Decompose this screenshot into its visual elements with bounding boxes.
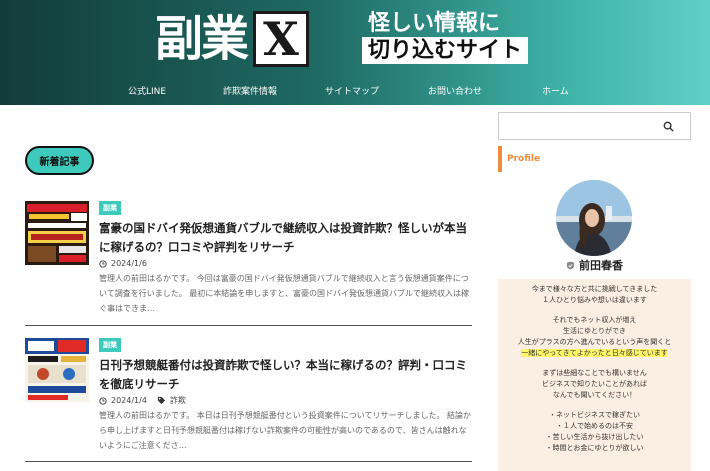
- post-excerpt: 管理人の前田はるかです。 本日は日刊予想競艇番付という投資案件についてリサーチし…: [99, 411, 472, 450]
- profile-heading: Profile: [498, 146, 691, 172]
- profile-line: ビジネスで知りたいことがあれば: [498, 379, 691, 390]
- profile-line-text: 生活にゆとりができ: [563, 327, 626, 335]
- logo-x-box: X: [253, 11, 310, 67]
- post-category-badge[interactable]: 副業: [99, 201, 121, 215]
- logo-x-letter: X: [263, 12, 299, 66]
- profile-line-text: なんでも聞いてください！: [552, 391, 637, 399]
- post-meta: 2024/1/6: [99, 259, 147, 268]
- post-card[interactable]: 副業 日刊予想競艇番付は投資詐欺で怪しい？本当に稼げるの？評判・口コミを徹底リサ…: [25, 338, 472, 463]
- post-thumbnail[interactable]: [25, 201, 89, 265]
- profile-spacer: [498, 401, 691, 410]
- profile-line-text: ・ネットビジネスで稼ぎたい: [549, 411, 640, 419]
- profile-line: １人ひとり悩みや想いは違います: [498, 295, 691, 306]
- tagline-line-2: 切り込むサイト: [362, 37, 529, 64]
- profile-line: まずは些細なことでも構いません: [498, 368, 691, 379]
- clock-icon: [99, 259, 107, 268]
- profile-line: なんでも聞いてください！: [498, 390, 691, 401]
- profile-line: ・時間とお金にゆとりが欲しい: [498, 443, 691, 454]
- profile-line-text: １人ひとり悩みや想いは違います: [542, 296, 647, 304]
- profile-description: 今まで様々な方と共に挑戦してきました １人ひとり悩みや想いは違います それでもネット…: [498, 279, 691, 471]
- post-divider: [25, 461, 472, 462]
- profile-line-text: ・１人で始めるのは不安: [556, 422, 633, 430]
- profile-line-text: 今まで様々な方と共に挑戦してきました: [531, 285, 658, 293]
- post-date: 2024/1/6: [111, 259, 147, 268]
- tagline-line-1: 怪しい情報に: [368, 11, 501, 36]
- profile-line: ・苦しい生活から抜け出したい: [498, 432, 691, 443]
- tagline-line-2-text: 切り込むサイト: [362, 37, 529, 64]
- search-icon[interactable]: [663, 121, 674, 132]
- post-title[interactable]: 日刊予想競艇番付は投資詐欺で怪しい？本当に稼げるの？評判・口コミを徹底リサーチ: [99, 356, 473, 394]
- clock-icon: [99, 396, 107, 405]
- nav-item-fraud-info[interactable]: 詐欺案件情報: [223, 84, 277, 97]
- profile-line: ・１人で始めるのは不安: [498, 421, 691, 432]
- post-thumbnail[interactable]: [25, 338, 89, 402]
- profile-name-text: 前田春香: [579, 259, 623, 272]
- profile-line-text: 人生がプラスの方へ進んでいるという声を聞くと: [517, 338, 672, 346]
- tagline: 怪しい情報に 切り込むサイト: [362, 10, 529, 64]
- post-divider: [25, 325, 472, 326]
- post-category-badge[interactable]: 副業: [99, 338, 121, 352]
- section-label-new-posts: 新着記事: [25, 146, 94, 175]
- shield-icon: [566, 260, 575, 270]
- profile-name: 前田春香: [498, 257, 691, 273]
- profile-lines: 今まで様々な方と共に挑戦してきました １人ひとり悩みや想いは違います それでもネット…: [498, 284, 691, 454]
- nav-item-line[interactable]: 公式LINE: [128, 84, 166, 97]
- post-tag[interactable]: 詐欺: [170, 395, 186, 406]
- profile-line: 人生がプラスの方へ進んでいるという声を聞くと: [498, 337, 691, 348]
- post-title[interactable]: 富豪の国ドバイ発仮想通貨バブルで継続収入は投資詐欺？怪しいが本当に稼げるの？口コ…: [99, 219, 473, 257]
- post-excerpt: 管理人の前田はるかです。 今回は富豪の国ドバイ発仮想通貨バブルで継続収入と言う仮…: [99, 274, 469, 313]
- profile-line-text: まずは些細なことでも構いません: [542, 369, 647, 377]
- profile-line-text: それでもネット収入が増え: [552, 316, 637, 324]
- site-header: 副業 X 怪しい情報に 切り込むサイト 公式LINE 詐欺案件情報 サイトマップ…: [0, 0, 710, 105]
- post-meta: 2024/1/4 詐欺: [99, 395, 186, 406]
- profile-line-text: ビジネスで知りたいことがあれば: [542, 380, 647, 388]
- logo-kanji: 副業: [155, 11, 249, 67]
- site-logo[interactable]: 副業 X: [155, 8, 310, 70]
- tag-icon: [157, 396, 166, 405]
- profile-line-text: ・時間とお金にゆとりが欲しい: [545, 444, 644, 452]
- nav-item-home[interactable]: ホーム: [542, 84, 569, 97]
- main-nav: 公式LINE 詐欺案件情報 サイトマップ お問い合わせ ホーム: [0, 84, 710, 102]
- profile-line: 一緒にやってきてよかったと日々感じています: [498, 348, 691, 359]
- nav-item-sitemap[interactable]: サイトマップ: [325, 84, 379, 97]
- profile-line: ・ネットビジネスで稼ぎたい: [498, 410, 691, 421]
- profile-line: 生活にゆとりができ: [498, 326, 691, 337]
- profile-line: 今まで様々な方と共に挑戦してきました: [498, 284, 691, 295]
- profile-line: それでもネット収入が増え: [498, 315, 691, 326]
- profile-line-text: ・苦しい生活から抜け出したい: [545, 433, 644, 441]
- post-date: 2024/1/4: [111, 396, 147, 405]
- profile-spacer: [498, 306, 691, 315]
- post-card[interactable]: 副業 富豪の国ドバイ発仮想通貨バブルで継続収入は投資詐欺？怪しいが本当に稼げるの…: [25, 201, 472, 319]
- profile-spacer: [498, 359, 691, 368]
- search-input[interactable]: [498, 112, 691, 140]
- avatar: [556, 180, 632, 256]
- profile-line-text: 一緒にやってきてよかったと日々感じています: [521, 349, 668, 357]
- nav-item-contact[interactable]: お問い合わせ: [428, 84, 482, 97]
